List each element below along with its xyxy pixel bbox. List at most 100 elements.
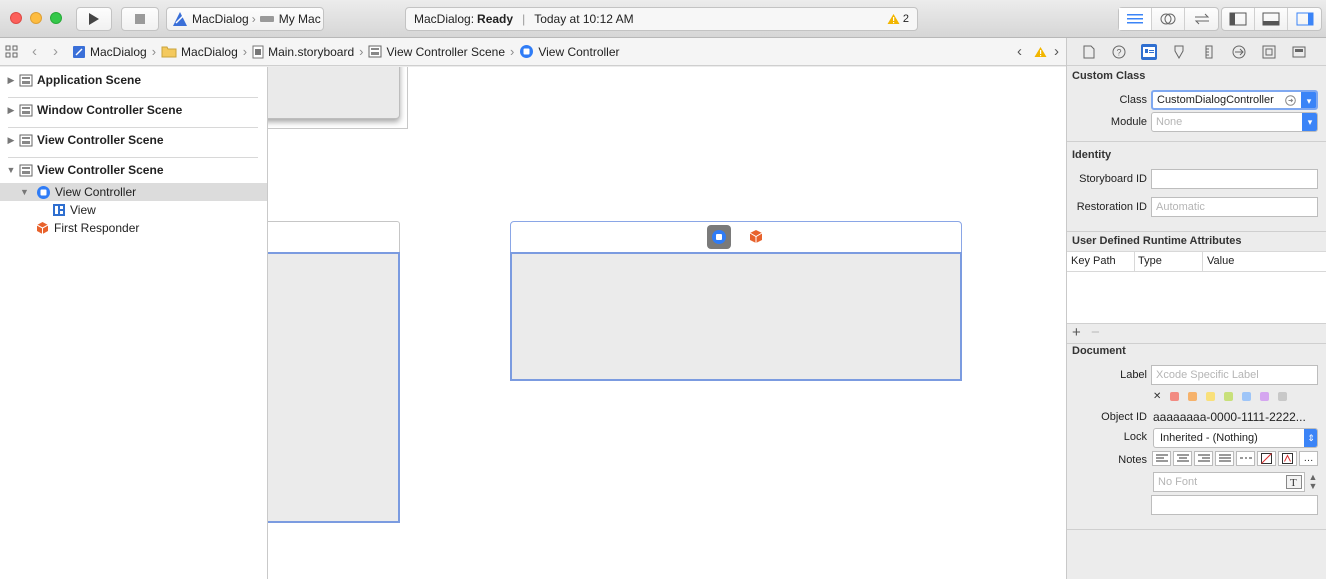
stop-button[interactable] [121,7,159,31]
breadcrumb-view-controller[interactable]: View Controller [519,44,620,59]
attributes-inspector-tab[interactable] [1171,44,1187,60]
storyboard-canvas[interactable] [268,67,1066,579]
issue-warning-icon[interactable] [1034,46,1047,58]
connections-inspector-tab[interactable] [1231,44,1247,60]
text-color-button[interactable] [1278,451,1297,466]
scene-dock[interactable] [268,221,400,253]
lock-popup-button[interactable]: Inherited - (Nothing) ⇕ [1153,428,1318,448]
view-effects-icon [1292,46,1306,57]
no-color-swatch[interactable]: ✕ [1153,391,1161,402]
color-swatch-green[interactable] [1224,392,1233,401]
class-dropdown-button[interactable]: ▾ [1301,92,1316,108]
align-left-button[interactable] [1152,451,1171,466]
section-divider [1067,231,1326,232]
toggle-utilities-button[interactable] [1288,8,1321,30]
selected-view-controller-view[interactable] [510,252,962,381]
natural-align-button[interactable] [1236,451,1255,466]
run-button[interactable] [76,7,112,31]
status-time: Today at 10:12 AM [534,12,634,26]
type-column-header[interactable]: Type [1138,255,1162,267]
navigator-pane-icon [1229,12,1247,26]
restoration-id-field[interactable]: Automatic [1151,197,1318,217]
dock-first-responder-button[interactable] [748,229,764,247]
standard-editor-icon [1127,14,1143,24]
scene-row-application[interactable]: ▶ Application Scene [0,67,267,95]
no-color-button[interactable] [1257,451,1276,466]
forward-arrow-icon[interactable]: › [53,43,58,60]
outline-item-view-controller[interactable]: ▼ View Controller [0,183,267,201]
back-arrow-icon[interactable]: ‹ [32,43,37,60]
color-swatch-gray[interactable] [1278,392,1287,401]
align-right-button[interactable] [1194,451,1213,466]
attributes-icon [1174,45,1184,59]
section-divider [1067,529,1326,530]
disclosure-collapsed-icon[interactable]: ▶ [3,135,19,146]
breadcrumb-folder[interactable]: MacDialog [161,45,238,59]
breadcrumb-scene-label: View Controller Scene [386,44,505,59]
identity-inspector-tab[interactable] [1141,43,1157,60]
scheme-target-label: MacDialog [192,12,249,26]
scene-row-window-controller[interactable]: ▶ Window Controller Scene [0,95,267,125]
toggle-debug-area-button[interactable] [1255,8,1288,30]
add-attribute-button[interactable]: + [1072,324,1081,341]
remove-attribute-button[interactable]: − [1091,324,1100,341]
scene-icon [19,74,33,86]
storyboard-id-field[interactable] [1151,169,1318,189]
standard-editor-button[interactable] [1119,8,1152,30]
assistant-editor-button[interactable] [1152,8,1185,30]
disclosure-expanded-icon[interactable]: ▼ [20,187,34,197]
document-label-field[interactable]: Xcode Specific Label [1151,365,1318,385]
toggle-navigator-button[interactable] [1222,8,1255,30]
outline-item-view[interactable]: View [0,201,267,219]
lock-dropdown-button[interactable]: ⇕ [1304,429,1317,447]
go-to-class-icon[interactable] [1285,94,1296,106]
dock-view-controller-button[interactable] [707,225,731,249]
color-swatch-orange[interactable] [1188,392,1197,401]
close-window-button[interactable] [10,12,22,24]
align-center-button[interactable] [1173,451,1192,466]
module-combo-box[interactable]: None ▾ [1151,112,1318,132]
warning-indicator[interactable]: 2 [887,13,909,25]
color-swatch-yellow[interactable] [1206,392,1215,401]
justify-button[interactable] [1215,451,1234,466]
previous-issue-icon[interactable]: ‹ [1017,43,1022,60]
disclosure-expanded-icon[interactable]: ▼ [3,165,19,175]
file-inspector-tab[interactable] [1081,44,1097,60]
color-swatch-red[interactable] [1170,392,1179,401]
breadcrumb-scene[interactable]: View Controller Scene [368,45,505,59]
view-controller-view[interactable] [268,252,400,523]
disclosure-collapsed-icon[interactable]: ▶ [3,75,19,86]
class-value: CustomDialogController [1157,94,1274,106]
module-dropdown-button[interactable]: ▾ [1302,113,1317,131]
scene-row-view-controller-2[interactable]: ▼ View Controller Scene [0,155,267,185]
quick-help-tab[interactable]: ? [1111,44,1127,60]
color-swatch-purple[interactable] [1260,392,1269,401]
section-divider [1067,343,1326,344]
value-column-header[interactable]: Value [1207,255,1234,267]
minimize-window-button[interactable] [30,12,42,24]
breadcrumb-storyboard[interactable]: Main.storyboard [252,45,354,59]
key-path-column-header[interactable]: Key Path [1071,255,1116,267]
view-effects-inspector-tab[interactable] [1291,44,1307,60]
font-stepper[interactable]: ▲ ▼ [1308,473,1318,491]
font-field[interactable]: No Font T [1153,472,1305,492]
selected-scene-dock[interactable] [510,221,962,253]
class-combo-box[interactable]: CustomDialogController ▾ [1151,90,1318,110]
scene-row-view-controller-1[interactable]: ▶ View Controller Scene [0,125,267,155]
bindings-inspector-tab[interactable] [1261,44,1277,60]
next-issue-icon[interactable]: › [1054,43,1059,60]
version-editor-button[interactable] [1185,8,1218,30]
color-swatch-blue[interactable] [1242,392,1251,401]
runtime-attributes-table[interactable] [1067,272,1326,324]
notes-text-area[interactable] [1151,495,1318,515]
font-picker-icon[interactable]: T [1286,475,1302,489]
scheme-selector[interactable]: MacDialog › My Mac [166,7,324,31]
more-options-button[interactable]: … [1299,451,1318,466]
zoom-window-button[interactable] [50,12,62,24]
outline-item-first-responder[interactable]: First Responder [0,219,267,237]
breadcrumb-project[interactable]: MacDialog [72,45,147,59]
stepper-down-icon[interactable]: ▼ [1308,482,1318,491]
size-inspector-tab[interactable] [1201,44,1217,60]
related-items-icon[interactable] [5,45,18,58]
disclosure-collapsed-icon[interactable]: ▶ [3,105,19,116]
